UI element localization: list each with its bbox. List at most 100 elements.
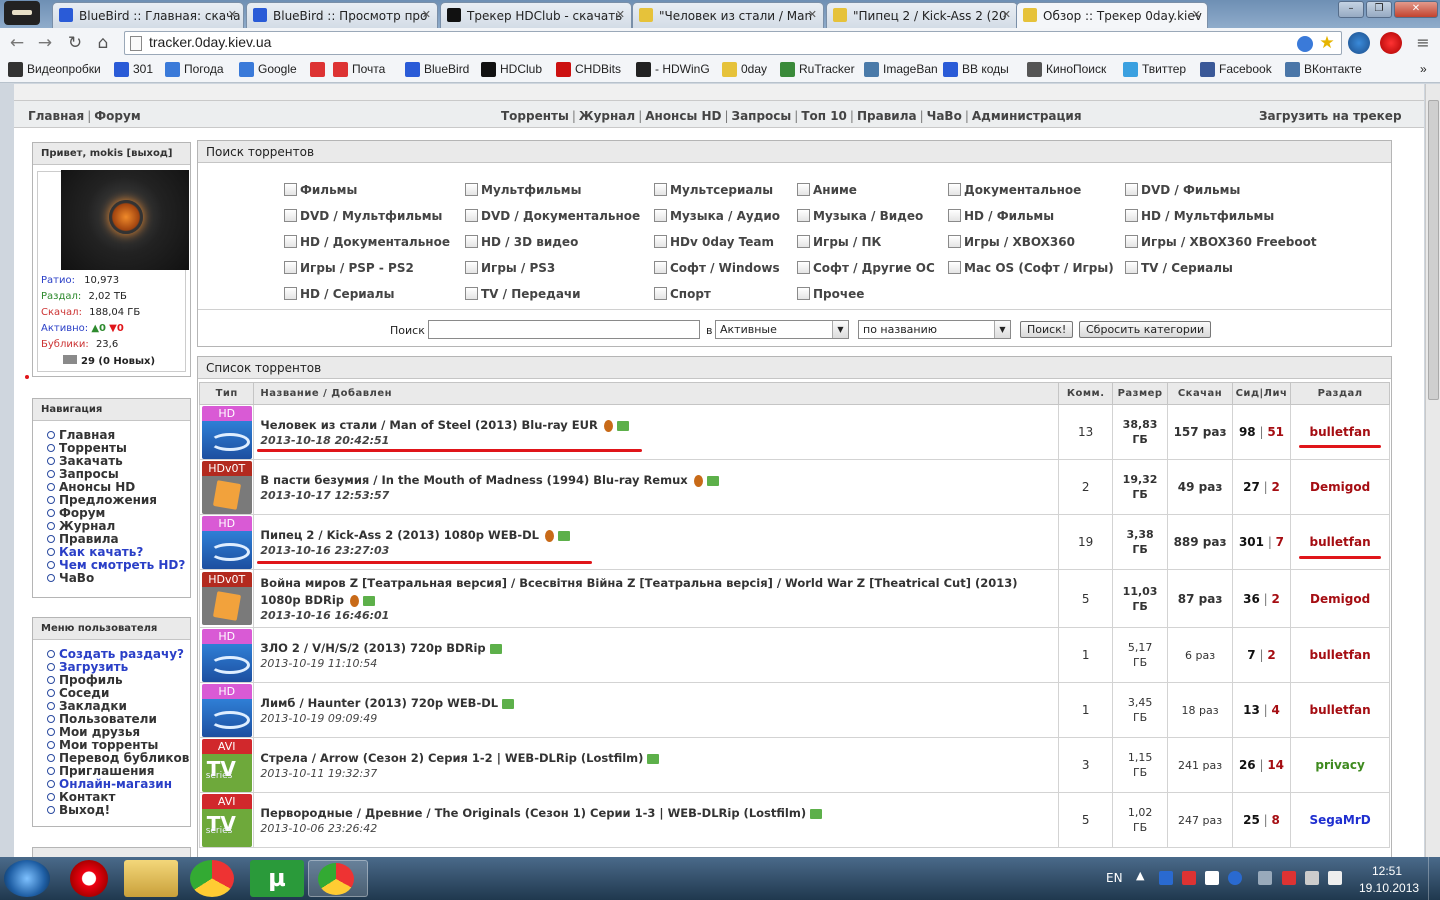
settings-menu-icon[interactable]: ≡ [1412, 32, 1434, 54]
address-bar[interactable]: tracker.0day.kiev.ua ★ [124, 31, 1342, 55]
table-row[interactable]: AVI TV series Первородные / Древние / The O… [198, 792, 1390, 848]
menu-link-forum[interactable]: Форум [94, 109, 140, 123]
bookmark-item[interactable]: 0day [722, 62, 767, 77]
torrent-title-link[interactable]: ЗЛО 2 / V/H/S/2 (2013) 720p BDRip [260, 640, 1058, 657]
uploader-link[interactable]: bulletfan [1290, 682, 1390, 738]
browser-tab[interactable]: Трекер HDClub - скачать ✕ [440, 2, 632, 28]
torrent-title-link[interactable]: Человек из стали / Man of Steel (2013) B… [260, 417, 1058, 434]
snatched-count[interactable]: 6 раз [1167, 627, 1233, 683]
category-checkbox[interactable]: Игры / XBOX360 Freeboot [1125, 235, 1317, 249]
reload-button[interactable]: ↻ [64, 32, 86, 54]
side-menu-link[interactable]: ЧаВо [47, 571, 94, 585]
category-badge-icon[interactable]: HD [201, 405, 252, 459]
extension-globe-icon[interactable] [1348, 32, 1370, 54]
tray-action-icon[interactable] [1258, 871, 1272, 885]
category-checkbox[interactable]: Софт / Другие ОС [797, 261, 935, 275]
bookmark-item[interactable]: Видеопробки [8, 62, 101, 77]
snatched-count[interactable]: 889 раз [1167, 514, 1233, 570]
category-checkbox[interactable]: Документальное [948, 183, 1081, 197]
category-badge-icon[interactable]: AVI TV series [201, 793, 252, 847]
utorrent-taskbar-icon[interactable]: µ [250, 860, 304, 897]
seed-leech-cell[interactable]: 27 | 2 [1231, 459, 1292, 515]
torrent-title-link[interactable]: Пипец 2 / Kick-Ass 2 (2013) 1080p WEB-DL [260, 527, 1058, 544]
bluetooth-icon[interactable] [1228, 871, 1242, 885]
menu-link-home[interactable]: Главная [28, 109, 84, 123]
explorer-taskbar-icon[interactable] [124, 860, 178, 897]
snatched-count[interactable]: 241 раз [1167, 737, 1233, 793]
table-row[interactable]: HDv0T В пасти безумия / In the Mouth of M… [198, 459, 1390, 515]
category-checkbox[interactable]: Музыка / Аудио [654, 209, 780, 223]
category-checkbox[interactable]: TV / Передачи [465, 287, 581, 301]
category-checkbox[interactable]: Музыка / Видео [797, 209, 923, 223]
side-menu-link[interactable]: Как качать? [47, 545, 143, 559]
page-scrollbar[interactable] [1425, 84, 1440, 857]
column-header[interactable]: Скачан [1167, 382, 1233, 405]
side-menu-link[interactable]: Загрузить [47, 660, 128, 674]
seed-leech-cell[interactable]: 301 | 7 [1231, 514, 1292, 570]
torrent-title-link[interactable]: Лимб / Haunter (2013) 720p WEB-DL [260, 695, 1058, 712]
category-checkbox[interactable]: Софт / Windows [654, 261, 780, 275]
tray-app-icon[interactable] [1182, 871, 1196, 885]
category-checkbox[interactable]: Mac OS (Софт / Игры) [948, 261, 1114, 275]
search-submit-button[interactable]: Поиск! [1020, 321, 1074, 338]
messages-link[interactable]: 29 (0 Новых) [63, 355, 155, 367]
reset-categories-button[interactable]: Сбросить категории [1079, 321, 1212, 338]
more-bookmarks-button[interactable]: » [1420, 62, 1427, 76]
snatched-count[interactable]: 157 раз [1167, 404, 1233, 460]
seed-leech-cell[interactable]: 26 | 14 [1231, 737, 1292, 793]
category-badge-icon[interactable]: HDv0T [201, 460, 252, 514]
category-checkbox[interactable]: Игры / XBOX360 [948, 235, 1075, 249]
tray-display-icon[interactable] [1305, 871, 1319, 885]
seed-leech-cell[interactable]: 25 | 8 [1231, 792, 1292, 848]
browser-tab[interactable]: BlueBird :: Главная: скача ✕ [52, 2, 244, 28]
menu-link[interactable]: Торренты [501, 109, 569, 123]
bookmark-item[interactable]: Google [239, 62, 297, 77]
side-menu-link[interactable]: Закачать [47, 454, 123, 468]
table-row[interactable]: HD Лимб / Haunter (2013) 720p WEB-DL 2013-… [198, 682, 1390, 738]
bookmark-item[interactable]: ВКонтакте [1285, 62, 1362, 77]
volume-icon[interactable] [1328, 871, 1342, 885]
torrent-title-link[interactable]: Первородные / Древние / The Originals (С… [260, 805, 1058, 822]
category-checkbox[interactable]: DVD / Фильмы [1125, 183, 1240, 197]
uploader-link[interactable]: Demigod [1290, 569, 1390, 628]
avatar[interactable] [61, 170, 189, 270]
table-row[interactable]: AVI TV series Стрела / Arrow (Сезон 2) Сери… [198, 737, 1390, 793]
browser-tab[interactable]: "Человек из стали / Man ✕ [632, 2, 824, 28]
category-checkbox[interactable]: HD / 3D видео [465, 235, 578, 249]
clock-time[interactable]: 12:51 [1372, 864, 1402, 878]
menu-link[interactable]: Анонсы HD [645, 109, 721, 123]
uploader-link[interactable]: bulletfan [1290, 627, 1390, 683]
menu-link[interactable]: Журнал [579, 109, 635, 123]
menu-link[interactable]: Администрация [972, 109, 1082, 123]
clock-date[interactable]: 19.10.2013 [1359, 881, 1419, 895]
menu-link[interactable]: Топ 10 [801, 109, 847, 123]
comments-count[interactable]: 1 [1058, 627, 1113, 683]
comments-count[interactable]: 5 [1058, 569, 1113, 628]
scrollbar-thumb[interactable] [1428, 100, 1439, 400]
comments-count[interactable]: 1 [1058, 682, 1113, 738]
snatched-count[interactable]: 49 раз [1167, 459, 1233, 515]
comments-count[interactable]: 2 [1058, 459, 1113, 515]
torrent-title-link[interactable]: В пасти безумия / In the Mouth of Madnes… [260, 472, 1058, 489]
tab-close-icon[interactable]: ✕ [616, 8, 625, 21]
category-checkbox[interactable]: Мультсериалы [654, 183, 773, 197]
torrent-title-link[interactable]: Война миров Z [Театральная версия] / Все… [260, 575, 1058, 609]
side-menu-link[interactable]: Правила [47, 532, 119, 546]
sort-select[interactable]: по названию ▼ [858, 320, 1011, 339]
category-checkbox[interactable]: DVD / Документальное [465, 209, 640, 223]
category-badge-icon[interactable]: HD [201, 515, 252, 569]
comments-count[interactable]: 13 [1058, 404, 1113, 460]
column-header[interactable]: Раздал [1290, 382, 1390, 405]
browser-tab[interactable]: "Пипец 2 / Kick-Ass 2 (20 ✕ [826, 2, 1018, 28]
side-menu-link[interactable]: Журнал [47, 519, 115, 533]
forward-button[interactable]: → [34, 32, 56, 54]
side-menu-link[interactable]: Профиль [47, 673, 123, 687]
bookmark-item[interactable]: Твиттер [1123, 62, 1186, 77]
column-header[interactable]: Сид|Лич [1231, 382, 1292, 405]
opera-taskbar-icon[interactable] [70, 860, 108, 897]
minimize-button[interactable]: – [1338, 1, 1364, 18]
seed-leech-cell[interactable]: 7 | 2 [1231, 627, 1292, 683]
bookmark-item[interactable]: RuTracker [780, 62, 855, 77]
side-menu-link[interactable]: Торренты [47, 441, 127, 455]
side-menu-link[interactable]: Мои друзья [47, 725, 140, 739]
